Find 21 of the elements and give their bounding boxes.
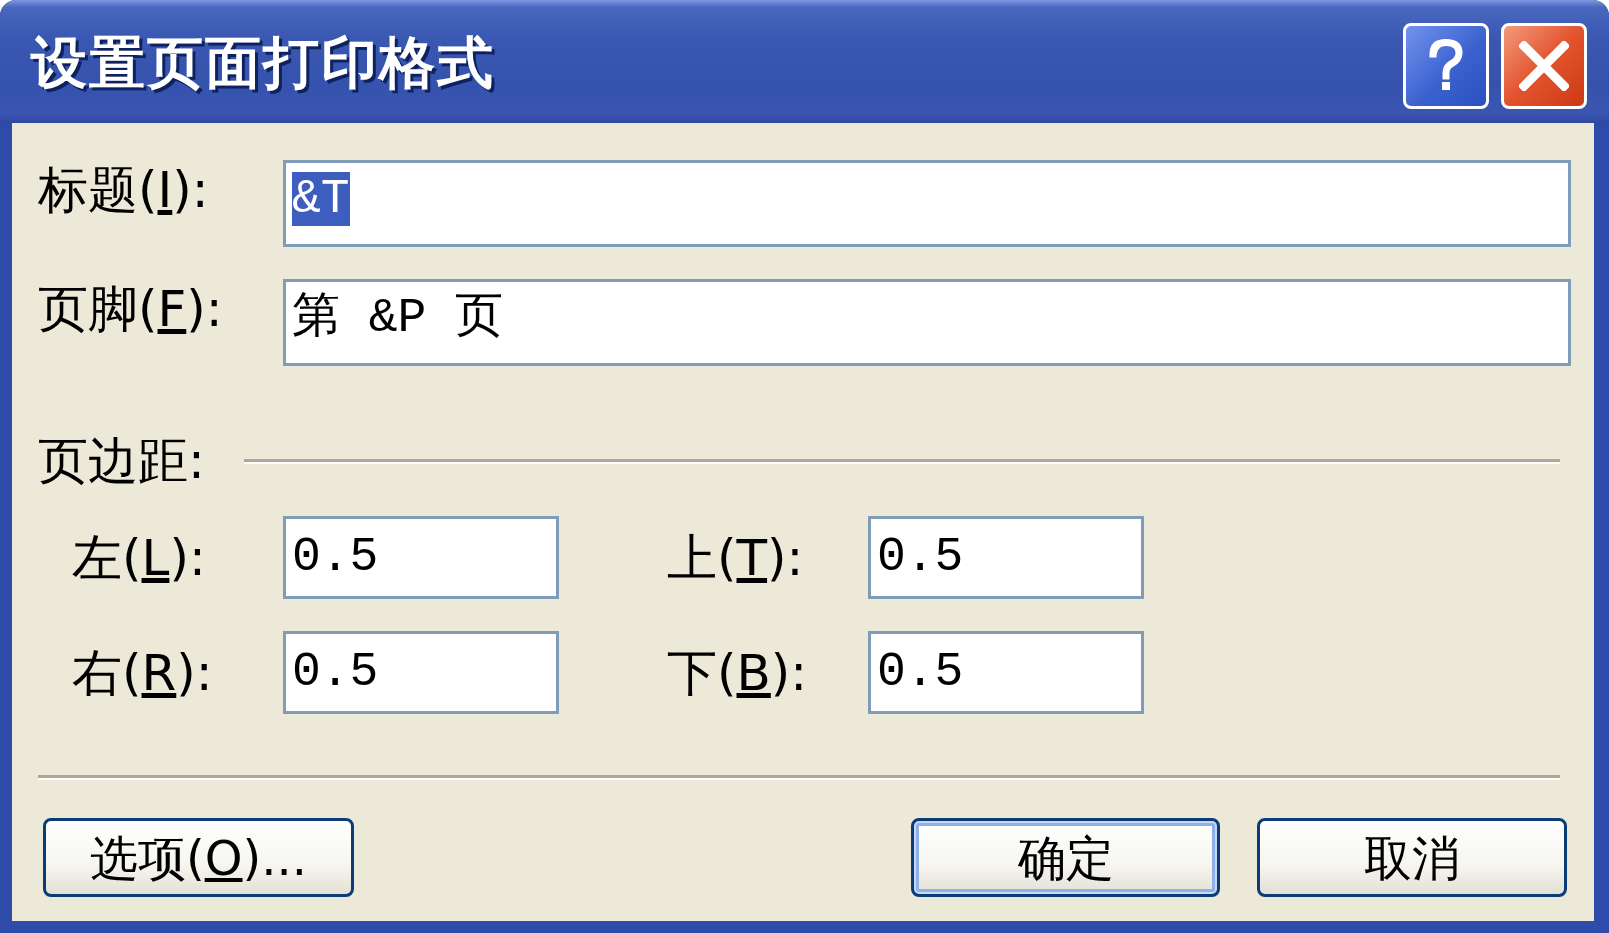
field-label: 页脚(F): [38,279,224,339]
title-field[interactable]: &T [283,160,1571,247]
right-margin-field[interactable]: 0.5 [283,631,559,714]
bottom-margin-field[interactable]: 0.5 [868,631,1144,714]
options-button[interactable]: 选项(O)... [43,818,354,897]
help-icon [1429,39,1463,93]
field-label: 标题(I): [38,160,210,220]
margin-label: 左(L): [72,527,207,588]
footer-field[interactable]: 第 &P 页 [283,279,1571,366]
margin-label: 上(T): [667,527,805,588]
section-label: 页边距: [38,431,206,491]
help-button[interactable] [1403,23,1489,109]
window-title: 设置页面打印格式 [31,35,495,91]
close-icon [1519,41,1569,91]
cancel-button[interactable]: 取消 [1257,818,1567,897]
margin-label: 右(R): [72,642,214,703]
left-margin-field[interactable]: 0.5 [283,516,559,599]
margin-label: 下(B): [667,642,809,703]
close-button[interactable] [1501,23,1587,109]
top-margin-field[interactable]: 0.5 [868,516,1144,599]
ok-button[interactable]: 确定 [911,818,1220,897]
